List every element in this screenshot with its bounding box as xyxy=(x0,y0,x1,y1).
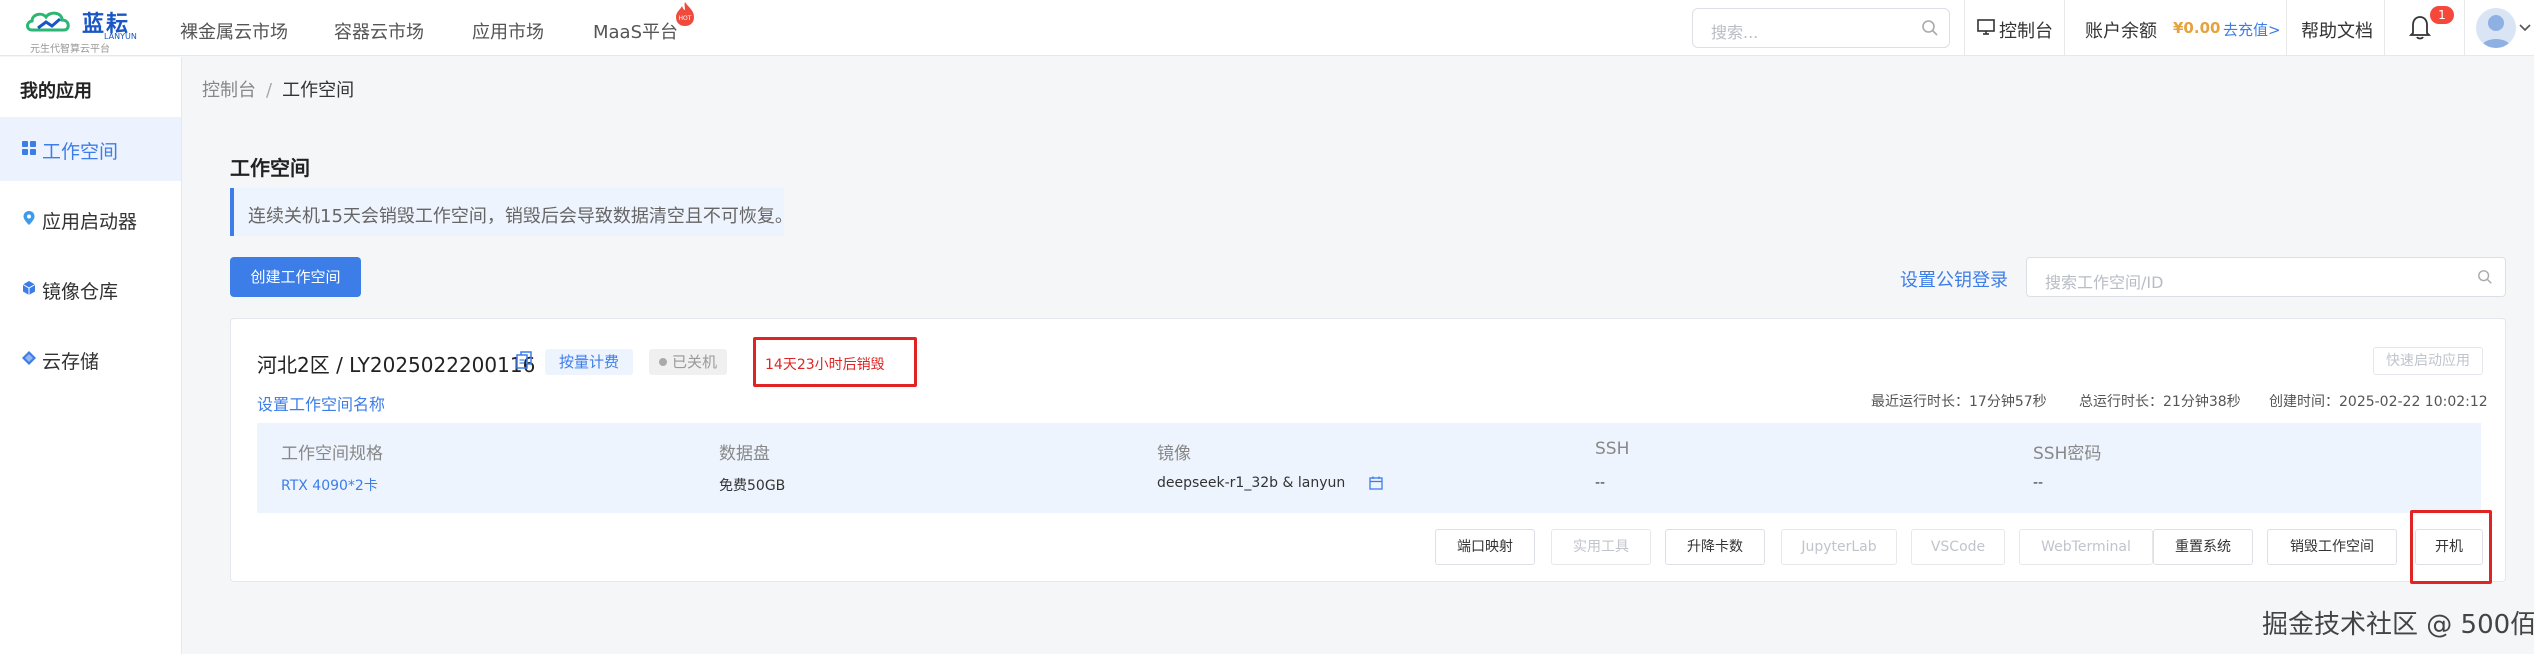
copy-icon[interactable] xyxy=(516,351,532,369)
destroy-countdown: 14天23小时后销毁 xyxy=(765,357,885,373)
help-docs-label: 帮助文档 xyxy=(2301,21,2373,42)
balance-amount: ¥0.00 xyxy=(2173,19,2221,37)
sidebar-item-label: 工作空间 xyxy=(42,141,119,163)
balance-label: 账户余额 xyxy=(2085,21,2157,42)
status-badge: 已关机 xyxy=(649,349,728,375)
sidebar-item-image-repo[interactable]: 镜像仓库 xyxy=(0,257,181,321)
spec-label-disk: 数据盘 xyxy=(719,444,770,464)
billing-tag: 按量计费 xyxy=(545,349,634,375)
breadcrumb-separator: / xyxy=(266,80,273,101)
port-mapping-button[interactable]: 端口映射 xyxy=(1435,529,1535,565)
quick-start-app-button[interactable]: 快速启动应用 xyxy=(2373,347,2483,375)
top-search-placeholder: 搜索... xyxy=(1711,23,1759,42)
spec-label-ssh: SSH xyxy=(1595,439,1630,459)
sidebar-title: 我的应用 xyxy=(20,81,92,102)
webterminal-button[interactable]: WebTerminal xyxy=(2019,529,2153,565)
search-icon xyxy=(2478,270,2492,284)
sidebar-item-label: 镜像仓库 xyxy=(42,281,119,303)
workspace-name: 河北2区 / LY2025022200116 xyxy=(257,353,536,377)
spec-value-disk: 免费50GB xyxy=(719,478,786,494)
spec-label-ssh-password: SSH密码 xyxy=(2033,444,2102,464)
console-button[interactable]: 控制台 xyxy=(1964,0,2064,56)
spec-value-ssh: -- xyxy=(1595,475,1606,491)
power-on-highlight xyxy=(2410,510,2492,584)
bell-icon xyxy=(2409,16,2431,40)
spec-label-image: 镜像 xyxy=(1157,444,1191,464)
rename-workspace-link[interactable]: 设置工作空间名称 xyxy=(257,391,385,415)
notice-text: 连续关机15天会销毁工作空间，销毁后会导致数据清空且不可恢复。 xyxy=(248,206,793,227)
sidebar: 我的应用 工作空间 应用启动器 镜像仓库 云存储 xyxy=(0,57,182,654)
status-dot-icon xyxy=(659,358,667,366)
sidebar-item-workspace[interactable]: 工作空间 xyxy=(0,117,181,181)
jupyterlab-button[interactable]: JupyterLab xyxy=(1781,529,1897,565)
spec-value-size[interactable]: RTX 4090*2卡 xyxy=(281,475,378,495)
reset-system-button[interactable]: 重置系统 xyxy=(2153,529,2253,565)
monitor-icon xyxy=(1977,19,1995,35)
status-label: 已关机 xyxy=(672,353,718,371)
account-balance[interactable]: 账户余额 ¥0.00 去充值> xyxy=(2064,0,2286,56)
top-navbar: 蓝耘 LANYUN 元生代智算云平台 裸金属云市场 容器云市场 应用市场 Maa… xyxy=(0,0,2534,56)
spec-value-image: deepseek-r1_32b & lanyun xyxy=(1157,475,1346,491)
sidebar-item-app-launcher[interactable]: 应用启动器 xyxy=(0,187,181,251)
utilities-button[interactable]: 实用工具 xyxy=(1551,529,1651,565)
breadcrumb-current: 工作空间 xyxy=(282,80,355,101)
recent-runtime: 最近运行时长：17分钟57秒 xyxy=(1871,394,2047,410)
total-runtime: 总运行时长：21分钟38秒 xyxy=(2079,394,2241,410)
sidebar-item-label: 应用启动器 xyxy=(42,211,138,233)
chevron-down-icon[interactable] xyxy=(2519,24,2531,32)
search-icon xyxy=(1922,20,1938,36)
help-docs-link[interactable]: 帮助文档 xyxy=(2286,0,2384,56)
watermark: 掘金技术社区 @ 500佰 xyxy=(2262,610,2534,640)
nav-maas-platform[interactable]: MaaS平台 xyxy=(593,18,678,44)
workspace-card: 河北2区 / LY2025022200116 按量计费 已关机 14天23小时后… xyxy=(230,318,2506,582)
breadcrumb: 控制台 / 工作空间 xyxy=(202,76,354,102)
lanyun-logo[interactable]: 蓝耘 LANYUN 元生代智算云平台 xyxy=(20,4,140,55)
spec-label-size: 工作空间规格 xyxy=(281,444,383,464)
brand-subtitle: 元生代智算云平台 xyxy=(30,44,110,55)
destroy-workspace-button[interactable]: 销毁工作空间 xyxy=(2267,529,2397,565)
cube-icon xyxy=(22,281,36,295)
create-workspace-button[interactable]: 创建工作空间 xyxy=(230,257,361,297)
avatar[interactable] xyxy=(2476,8,2516,48)
spec-panel: 工作空间规格 RTX 4090*2卡 数据盘 免费50GB 镜像 deepsee… xyxy=(257,423,2481,513)
cloud-logo-icon xyxy=(26,11,70,32)
scale-gpu-button[interactable]: 升降卡数 xyxy=(1665,529,1765,565)
recharge-link[interactable]: 去充值> xyxy=(2223,19,2281,40)
breadcrumb-parent[interactable]: 控制台 xyxy=(202,80,256,101)
top-search-input[interactable]: 搜索... xyxy=(1692,8,1950,48)
set-pubkey-login-link[interactable]: 设置公钥登录 xyxy=(1900,266,2008,292)
workspace-search-placeholder: 搜索工作空间/ID xyxy=(2045,273,2164,292)
hot-badge-label: HOT xyxy=(679,15,692,22)
spec-value-ssh-password: -- xyxy=(2033,475,2044,491)
destroy-countdown-highlight: 14天23小时后销毁 xyxy=(753,337,917,387)
vscode-button[interactable]: VSCode xyxy=(1911,529,2005,565)
notification-count-badge: 1 xyxy=(2430,6,2454,24)
nav-app-market[interactable]: 应用市场 xyxy=(472,18,544,44)
destroy-warning-notice: 连续关机15天会销毁工作空间，销毁后会导致数据清空且不可恢复。 xyxy=(230,188,793,236)
nav-baremetal-market[interactable]: 裸金属云市场 xyxy=(180,18,288,44)
console-label: 控制台 xyxy=(1999,21,2053,42)
grid-icon xyxy=(22,141,36,155)
location-pin-icon xyxy=(23,211,35,225)
nav-container-market[interactable]: 容器云市场 xyxy=(334,18,424,44)
storage-diamond-icon xyxy=(22,351,36,365)
sidebar-item-cloud-storage[interactable]: 云存储 xyxy=(0,327,181,391)
page-title: 工作空间 xyxy=(230,156,310,180)
sidebar-item-label: 云存储 xyxy=(42,351,100,373)
calendar-icon[interactable] xyxy=(1369,476,1383,490)
user-avatar-icon xyxy=(2481,15,2511,48)
created-time: 创建时间：2025-02-22 10:02:12 xyxy=(2269,394,2488,410)
workspace-search-input[interactable]: 搜索工作空间/ID xyxy=(2026,257,2506,297)
hot-flame-icon: HOT xyxy=(676,2,694,26)
